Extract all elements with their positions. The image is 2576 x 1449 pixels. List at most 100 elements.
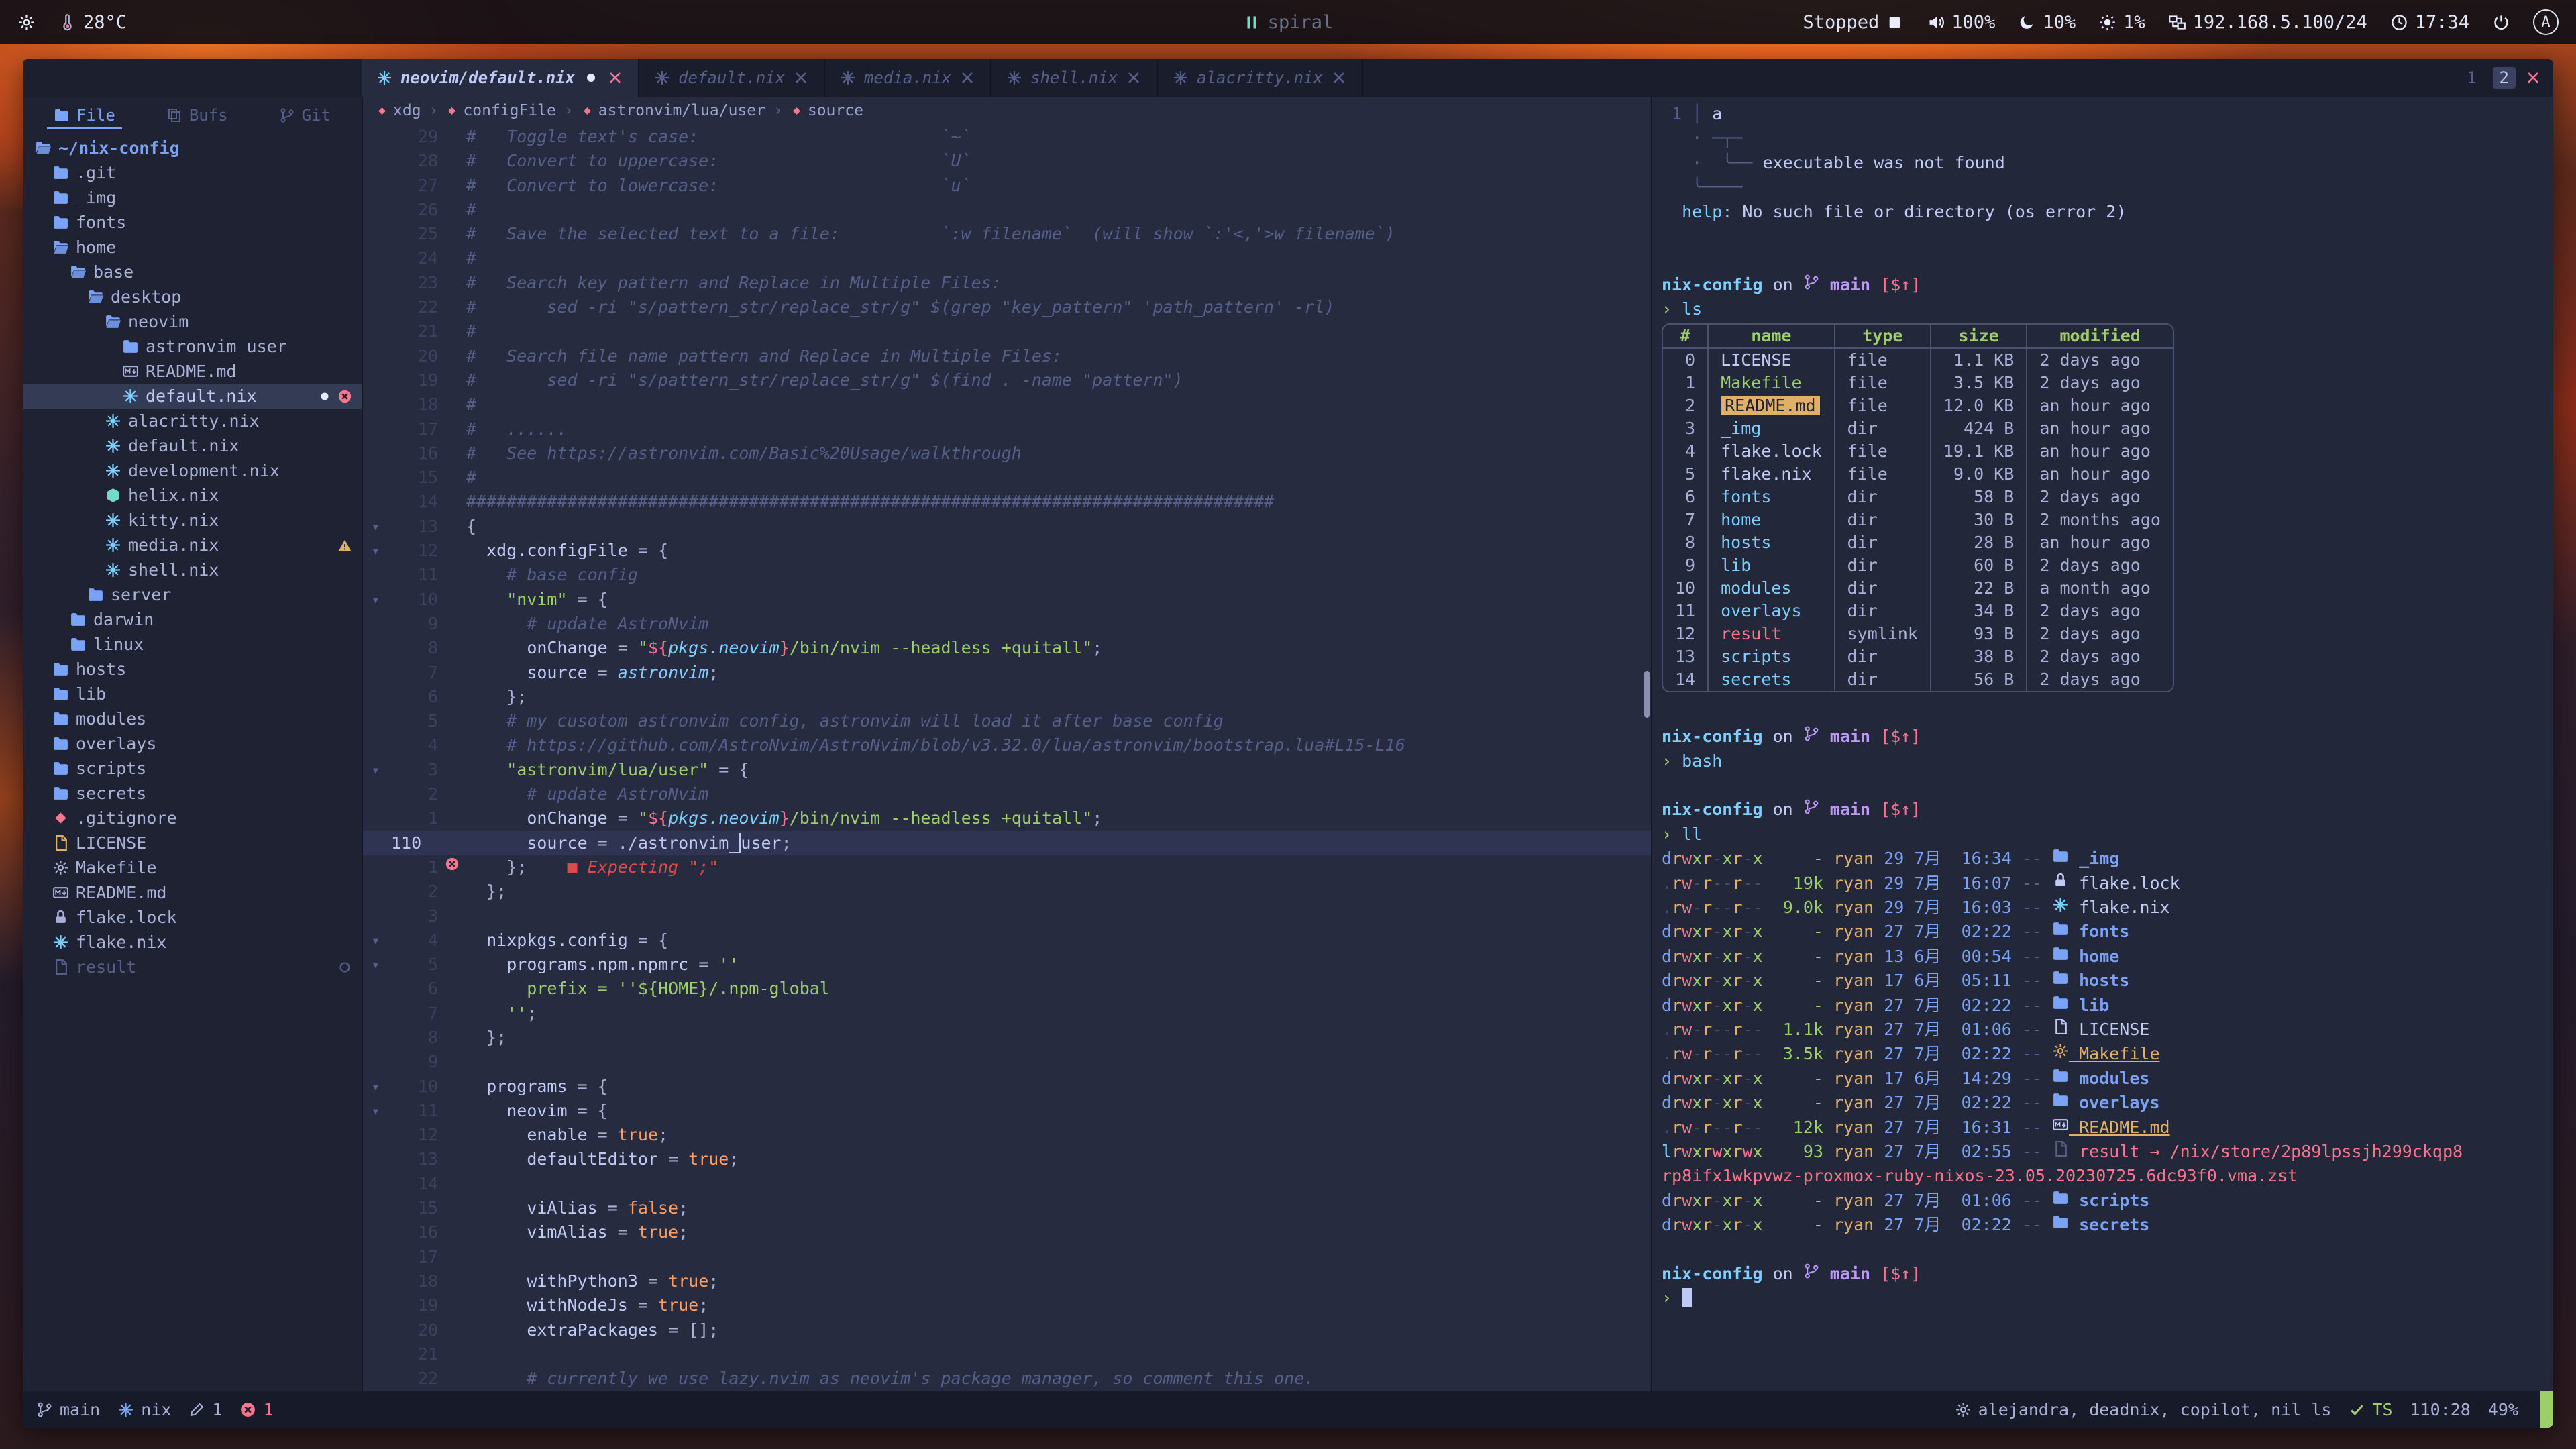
brightness-indicator[interactable]: 1% <box>2098 12 2145 33</box>
tree-item[interactable]: LICENSE <box>23 830 362 855</box>
editor-line[interactable]: 7 ''; <box>363 1002 1651 1026</box>
editor-line[interactable]: 15# <box>363 466 1651 490</box>
editor-line[interactable]: 7 source = astronvim; <box>363 661 1651 685</box>
editor-line[interactable]: 4 # https://github.com/AstroNvim/AstroNv… <box>363 733 1651 757</box>
editor-scrollbar[interactable] <box>1644 164 1650 1371</box>
editor-line[interactable]: 2 }; <box>363 879 1651 904</box>
tab-page-indicator[interactable]: 2 <box>2493 67 2516 89</box>
editor-line[interactable]: 23# Search key pattern and Replace in Mu… <box>363 271 1651 295</box>
editor-line[interactable]: 13 defaultEditor = true; <box>363 1147 1651 1171</box>
editor-line[interactable]: 5 # my cusotom astronvim config, astronv… <box>363 709 1651 733</box>
tree-item[interactable]: overlays <box>23 731 362 756</box>
power-button[interactable] <box>2492 13 2510 32</box>
fold-marker[interactable]: ▾ <box>363 1075 388 1099</box>
network-indicator[interactable]: 192.168.5.100/24 <box>2168 12 2367 33</box>
editor-line[interactable]: 12 enable = true; <box>363 1123 1651 1147</box>
tree-item[interactable]: server <box>23 582 362 607</box>
editor-line[interactable]: 16 vimAlias = true; <box>363 1220 1651 1244</box>
tab-close-icon[interactable] <box>1331 70 1347 86</box>
tree-item[interactable]: alacritty.nix <box>23 409 362 433</box>
tree-item[interactable]: kitty.nix <box>23 508 362 533</box>
tree-item[interactable]: README.md <box>23 880 362 905</box>
explorer-tab-git[interactable]: Git <box>272 103 337 129</box>
tree-item[interactable]: desktop <box>23 284 362 309</box>
editor-line[interactable]: 14######################################… <box>363 490 1651 514</box>
tree-item[interactable]: ~/nix-config <box>23 136 362 160</box>
tree-item[interactable]: astronvim_user <box>23 334 362 359</box>
tree-item[interactable]: media.nix <box>23 533 362 557</box>
breadcrumb-item[interactable]: xdg <box>376 102 421 119</box>
tab-close-icon[interactable] <box>607 70 623 86</box>
tree-item[interactable]: default.nix <box>23 384 362 409</box>
fold-marker[interactable]: ▾ <box>363 515 388 539</box>
editor-line[interactable]: ▾3 "astronvim/lua/user" = { <box>363 758 1651 782</box>
tab-close-icon[interactable] <box>959 70 975 86</box>
editor-line[interactable]: 14 <box>363 1172 1651 1196</box>
git-branch-indicator[interactable]: main <box>36 1400 100 1419</box>
tree-item[interactable]: modules <box>23 706 362 731</box>
tab-close-icon[interactable] <box>1126 70 1142 86</box>
breadcrumb-item[interactable]: astronvim/lua/user <box>582 102 765 119</box>
tab-page-indicator[interactable]: 1 <box>2460 67 2483 89</box>
tree-item[interactable]: flake.nix <box>23 930 362 955</box>
tree-item[interactable]: flake.lock <box>23 905 362 930</box>
fold-marker[interactable]: ▾ <box>363 539 388 563</box>
editor-line[interactable]: 6 }; <box>363 685 1651 709</box>
tabline-close-icon[interactable] <box>2525 70 2541 86</box>
editor-line[interactable]: 15 viAlias = false; <box>363 1196 1651 1220</box>
tree-item[interactable]: README.md <box>23 359 362 384</box>
editor-line[interactable]: 9 # update AstroNvim <box>363 612 1651 636</box>
media-player-indicator[interactable]: spiral <box>1243 12 1334 33</box>
editor-tab[interactable]: alacritty.nix <box>1158 59 1363 97</box>
editor-tab[interactable]: media.nix <box>825 59 991 97</box>
tree-item[interactable]: linux <box>23 632 362 657</box>
editor-line[interactable]: ▾5 programs.npm.npmrc = '' <box>363 953 1651 977</box>
code-area[interactable]: 29# Toggle text's case: `~`28# Convert t… <box>363 125 1651 1391</box>
editor-line[interactable]: 8 onChange = "${pkgs.neovim}/bin/nvim --… <box>363 636 1651 660</box>
editor-line[interactable]: ▾13{ <box>363 515 1651 539</box>
tree-item[interactable]: hosts <box>23 657 362 682</box>
tree-item[interactable]: lib <box>23 682 362 706</box>
editor-line[interactable]: 21 <box>363 1342 1651 1366</box>
editor-line[interactable]: 24# <box>363 246 1651 270</box>
tree-item[interactable]: home <box>23 235 362 260</box>
editor-line[interactable]: 21# <box>363 319 1651 343</box>
tree-item[interactable]: helix.nix <box>23 483 362 508</box>
editor-line[interactable]: 2 # update AstroNvim <box>363 782 1651 806</box>
explorer-tab-bufs[interactable]: Bufs <box>160 103 235 129</box>
editor-line[interactable]: 29# Toggle text's case: `~` <box>363 125 1651 149</box>
explorer-tab-file[interactable]: File <box>47 103 122 129</box>
editor-line[interactable]: 28# Convert to uppercase: `U` <box>363 149 1651 173</box>
error-indicator[interactable]: 1 <box>239 1400 273 1419</box>
editor-line[interactable]: 16# See https://astronvim.com/Basic%20Us… <box>363 441 1651 466</box>
breadcrumb-item[interactable]: source <box>791 102 863 119</box>
editor-line[interactable]: 26# <box>363 198 1651 222</box>
editor-line[interactable]: 27# Convert to lowercase: `u` <box>363 174 1651 198</box>
recorder-indicator[interactable]: Stopped <box>1803 12 1904 33</box>
editor-line[interactable]: ▾12 xdg.configFile = { <box>363 539 1651 563</box>
editor-line[interactable]: 22 # currently we use lazy.nvim as neovi… <box>363 1366 1651 1391</box>
editor-line[interactable]: 20# Search file name pattern and Replace… <box>363 344 1651 368</box>
editor-line[interactable]: 110 source = ./astronvim_user; <box>363 831 1651 855</box>
editor-line[interactable]: ▾4 nixpkgs.config = { <box>363 928 1651 953</box>
editor-line[interactable]: 18# <box>363 392 1651 417</box>
editor-line[interactable]: 17 <box>363 1245 1651 1269</box>
terminal-pane[interactable]: 1 │ a · ─┬─ · ╰── executable was not fou… <box>1651 97 2553 1391</box>
editor-tab[interactable]: default.nix <box>639 59 825 97</box>
editor-line[interactable]: 17# ...... <box>363 417 1651 441</box>
editor-line[interactable]: 19 withNodeJs = true; <box>363 1293 1651 1318</box>
tree-item[interactable]: _img <box>23 185 362 210</box>
fold-marker[interactable]: ▾ <box>363 758 388 782</box>
tree-item[interactable]: secrets <box>23 781 362 806</box>
editor-line[interactable]: 8 }; <box>363 1026 1651 1050</box>
editor-line[interactable]: 19# sed -ri "s/pattern_str/replace_str/g… <box>363 368 1651 392</box>
nightlight-indicator[interactable]: 10% <box>2018 12 2076 33</box>
clock-indicator[interactable]: 17:34 <box>2390 12 2469 33</box>
temperature-indicator[interactable]: 28°C <box>58 12 127 33</box>
editor-line[interactable]: ▾10 "nvim" = { <box>363 588 1651 612</box>
editor-line[interactable]: 9 <box>363 1050 1651 1074</box>
modified-indicator[interactable]: 1 <box>189 1400 222 1419</box>
terminal-input-line[interactable]: › <box>1662 1286 2553 1310</box>
breadcrumb-item[interactable]: configFile <box>446 102 555 119</box>
editor-line[interactable]: 1 onChange = "${pkgs.neovim}/bin/nvim --… <box>363 806 1651 830</box>
